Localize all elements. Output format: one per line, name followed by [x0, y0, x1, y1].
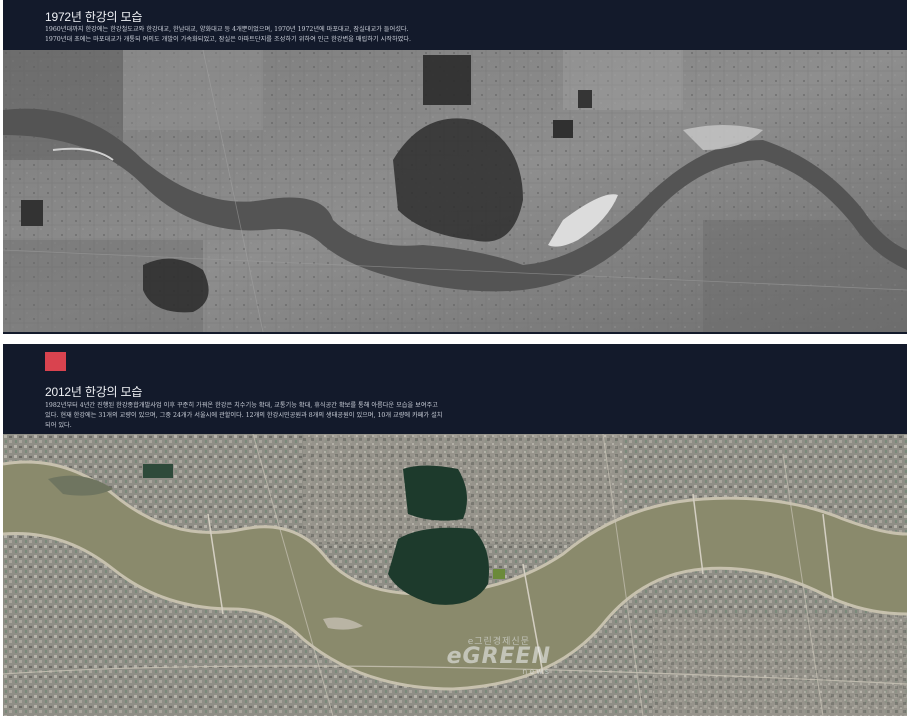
panel-2012-title: 2012년 한강의 모습: [45, 385, 143, 399]
panel-2012: 2012년 한강의 모습 1982년부터 4년간 진행된 한강종합개발사업 이후…: [3, 344, 907, 716]
panel-1972-title: 1972년 한강의 모습: [45, 10, 143, 24]
panel-2012-description: 1982년부터 4년간 진행된 한강종합개발사업 이후 꾸준히 가꿔온 한강은 …: [45, 402, 443, 429]
accent-square: [45, 352, 66, 371]
watermark-logo: e그린경제신문 eGREEN news: [447, 634, 551, 676]
panel-1972-description: 1960년대까지 한강에는 한강철도교와 한강대교, 한남대교, 양화대교 등 …: [45, 26, 411, 43]
aerial-photo-1972: [3, 50, 907, 332]
panel-1972: 1972년 한강의 모습 1960년대까지 한강에는 한강철도교와 한강대교, …: [3, 0, 907, 334]
watermark-main-text: eGREEN: [446, 644, 551, 669]
aerial-photo-1972-image: [3, 50, 907, 332]
